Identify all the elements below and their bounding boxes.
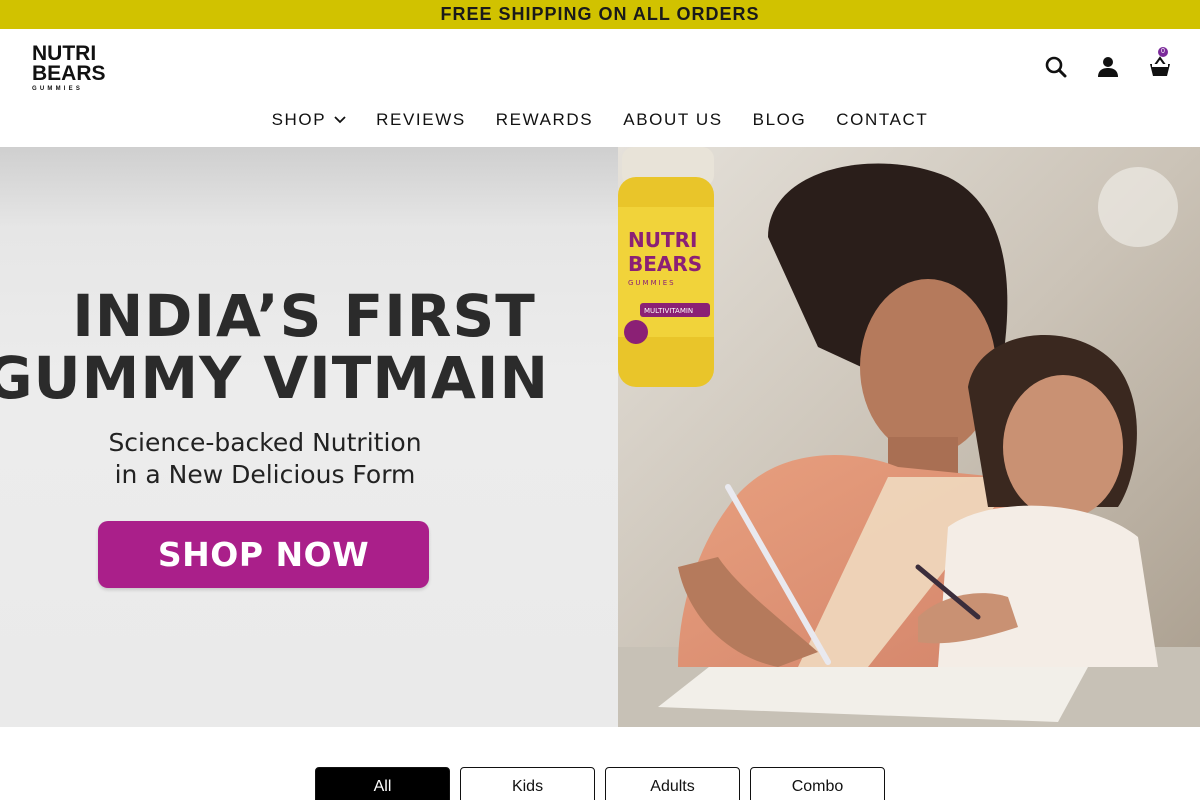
logo-text-bears: BEARS [32,62,106,85]
site-header: NUTRI BEARS GUMMIES 0 SHOP REVIEWS REWAR… [0,29,1200,147]
hero-title-line1: INDIA’S FIRST [72,282,536,350]
hero-text-panel: INDIA’S FIRST GUMMY VITMAIN Science-back… [0,147,618,727]
hero-title-line2: GUMMY VITMAIN [0,344,550,412]
jar-text-nutri: NUTRI [628,228,697,252]
nav-item-label: REVIEWS [376,110,466,129]
tab-combo[interactable]: Combo [750,767,885,800]
tab-all[interactable]: All [315,767,450,800]
tab-adults[interactable]: Adults [605,767,740,800]
announcement-text: FREE SHIPPING ON ALL ORDERS [440,4,760,24]
nav-item-shop[interactable]: SHOP [257,109,362,131]
hero-title: INDIA’S FIRST GUMMY VITMAIN [0,285,580,409]
nav-item-reviews[interactable]: REVIEWS [361,109,481,131]
nav-item-blog[interactable]: BLOG [738,109,822,131]
nav-item-about-us[interactable]: ABOUT US [608,109,737,131]
header-icons: 0 [1044,47,1172,79]
account-icon[interactable] [1096,55,1120,79]
search-icon[interactable] [1044,55,1068,79]
nav-item-label: BLOG [752,110,807,129]
nav-item-label: REWARDS [495,110,594,129]
nav-item-label: CONTACT [836,110,929,129]
product-category-tabs: All Kids Adults Combo [315,767,885,800]
main-nav: SHOP REVIEWS REWARDS ABOUT US BLOG CONTA… [0,109,1200,131]
nav-item-rewards[interactable]: REWARDS [481,109,608,131]
jar-text-bears: BEARS [628,252,702,276]
nav-item-label: ABOUT US [623,110,723,129]
hero-subtitle-line1: Science-backed Nutrition [108,428,422,457]
tab-kids[interactable]: Kids [460,767,595,800]
product-jar-image: NUTRI BEARS GUMMIES MULTIVITAMIN [618,147,714,387]
logo-text-nutri: NUTRI [32,42,97,65]
brand-logo[interactable]: NUTRI BEARS GUMMIES [32,42,106,96]
logo-text-gummies: GUMMIES [32,86,84,92]
shop-now-button[interactable]: SHOP NOW [98,521,429,588]
chevron-down-icon [334,116,346,124]
hero-photo: NUTRI BEARS GUMMIES MULTIVITAMIN [618,147,1200,727]
jar-text-gummies: GUMMIES [628,279,676,287]
nav-item-label: SHOP [271,110,327,129]
jar-badge: MULTIVITAMIN [644,307,693,315]
announcement-bar: FREE SHIPPING ON ALL ORDERS [0,0,1200,29]
cart-icon[interactable]: 0 [1148,47,1172,79]
hero-banner[interactable]: INDIA’S FIRST GUMMY VITMAIN Science-back… [0,147,1200,727]
hero-subtitle: Science-backed Nutrition in a New Delici… [95,427,435,491]
hero-subtitle-line2: in a New Delicious Form [114,460,416,489]
cart-count-badge: 0 [1158,47,1168,57]
nav-item-contact[interactable]: CONTACT [821,109,943,131]
